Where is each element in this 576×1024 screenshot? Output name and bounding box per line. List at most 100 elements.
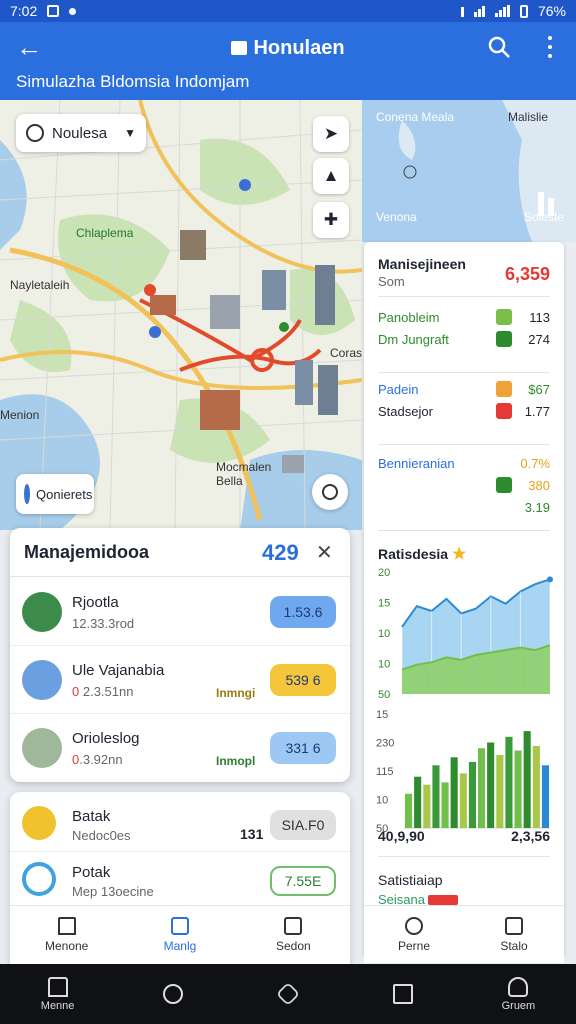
summary-row[interactable]: Padein $67 bbox=[378, 378, 550, 400]
management-sheet: Manajemidooa 429 ✕ Rjootla 12.33.3rod 1.… bbox=[10, 528, 350, 782]
list-item-detail: Mep 13oecine bbox=[72, 884, 154, 899]
value-pill[interactable]: SIA.F0 bbox=[270, 810, 336, 840]
summary-row[interactable]: Panobleim 113 bbox=[378, 306, 550, 328]
list-item[interactable]: Batak Nedoc0es 131 SIA.F0 bbox=[10, 796, 350, 852]
summary-row[interactable]: 3.19 bbox=[378, 496, 550, 518]
summary-row-value: 380 bbox=[528, 477, 550, 493]
bar bbox=[441, 782, 449, 828]
share-icon bbox=[505, 916, 523, 935]
bar bbox=[432, 765, 440, 828]
detail-prefix: 0 bbox=[72, 684, 80, 699]
list-item-title: Ule Vajanabia bbox=[72, 662, 165, 679]
value-pill[interactable]: 1.53.6 bbox=[270, 596, 336, 628]
layers-icon[interactable]: ▲ bbox=[313, 158, 349, 194]
target-icon bbox=[22, 862, 56, 896]
list-item-detail: 0 2.3.51nn bbox=[72, 684, 133, 699]
y-tick-label: 15 bbox=[378, 598, 390, 610]
poi-marker-icon bbox=[24, 484, 30, 504]
summary-row-value: 3.19 bbox=[524, 499, 550, 515]
panel-nav-label: Perne bbox=[397, 938, 431, 953]
summary-row[interactable]: Bennieranian 0.7% bbox=[378, 452, 550, 474]
value-pill[interactable]: 539 6 bbox=[270, 664, 336, 696]
list-item[interactable]: Rjootla 12.33.3rod 1.53.6 bbox=[10, 578, 350, 646]
sys-nav-recents[interactable] bbox=[346, 964, 461, 1024]
poi-chip[interactable]: Qonierets bbox=[16, 474, 94, 514]
summary-panel: Manisejineen Som 6,359 Panobleim 113 Dm … bbox=[364, 242, 564, 957]
bar bbox=[514, 750, 522, 828]
list-item[interactable]: Ule Vajanabia 0 2.3.51nn Inmngi 539 6 bbox=[10, 646, 350, 714]
chevron-down-icon: ▼ bbox=[124, 126, 136, 140]
bar bbox=[532, 745, 540, 828]
overflow-menu-icon[interactable] bbox=[546, 36, 554, 58]
bar bbox=[405, 793, 413, 828]
list-item-tag: Inmngi bbox=[216, 686, 256, 700]
tag-icon bbox=[496, 381, 512, 397]
summary-total: 6,359 bbox=[504, 264, 550, 284]
nav-home[interactable]: Menone bbox=[10, 906, 123, 963]
chart-title-text: Ratisdesia bbox=[378, 546, 449, 562]
value-pill[interactable]: 7.55E bbox=[270, 866, 336, 896]
value-pill[interactable]: 331 6 bbox=[270, 732, 336, 764]
sys-nav-label: Gruem bbox=[501, 999, 536, 1012]
system-nav-bar: Menne Gruem bbox=[0, 964, 576, 1024]
building-avatar bbox=[22, 660, 62, 700]
y-tick-label: 230 bbox=[376, 738, 394, 750]
city-map[interactable]: Chlaplema Nayletaleih Menion Coras Mocma… bbox=[0, 100, 362, 530]
panel-nav-label: Stalo bbox=[500, 938, 528, 953]
nav-label: Manlg bbox=[163, 938, 197, 953]
summary-row[interactable]: Dm Jungraft 274 bbox=[378, 328, 550, 350]
bar bbox=[487, 742, 495, 828]
sys-nav-search[interactable] bbox=[115, 964, 230, 1024]
person-card-icon bbox=[170, 916, 189, 935]
divider bbox=[10, 576, 350, 577]
sys-nav-home[interactable]: Menne bbox=[0, 964, 115, 1024]
navigate-icon[interactable]: ✚ bbox=[313, 202, 349, 238]
satellite-label: Conena Meala bbox=[376, 110, 455, 124]
summary-title: Manisejineen bbox=[378, 256, 466, 272]
chart-footer-right: 2,3,56 bbox=[511, 828, 550, 844]
y-tick-label: 115 bbox=[376, 766, 394, 778]
summary-subtitle: Som bbox=[378, 274, 405, 289]
list-item[interactable]: Orioleslog 0.3.92nn Inmopl 331 6 bbox=[10, 714, 350, 782]
sys-nav-center[interactable] bbox=[230, 964, 345, 1024]
sys-nav-profile[interactable]: Gruem bbox=[461, 964, 576, 1024]
bar bbox=[541, 765, 549, 828]
summary-row[interactable]: Stadsejor 1.77 bbox=[378, 400, 550, 422]
search-icon[interactable] bbox=[486, 34, 512, 60]
bluetooth-icon bbox=[460, 5, 464, 17]
y-tick-label: 50 bbox=[378, 689, 390, 701]
satellite-preview[interactable]: Conena Meala Malislie Venona Soleste bbox=[362, 100, 576, 242]
summary-row[interactable]: 380 bbox=[378, 474, 550, 496]
wifi-icon bbox=[473, 5, 485, 17]
summary-row-value: $67 bbox=[528, 381, 550, 397]
panel-nav-favorites[interactable]: Perne bbox=[364, 906, 464, 963]
app-title-text: Honulaen bbox=[253, 37, 345, 59]
nav-share[interactable]: Sedon bbox=[237, 906, 350, 963]
sys-nav-label: Menne bbox=[40, 999, 75, 1012]
satellite-label: Malislie bbox=[508, 110, 549, 124]
list-item-number: 131 bbox=[240, 826, 264, 842]
museum-avatar bbox=[22, 728, 62, 768]
map-canvas bbox=[0, 100, 362, 530]
list-item-detail: 12.33.3rod bbox=[72, 616, 134, 631]
detail-text: 2.3.51nn bbox=[82, 684, 134, 699]
compass-icon[interactable]: ➤ bbox=[313, 116, 349, 152]
nav-manage[interactable]: Manlg bbox=[123, 906, 236, 963]
stats-title: Satistiaiap bbox=[378, 872, 443, 888]
list-item-tag: Inmopl bbox=[216, 754, 256, 768]
summary-row-value: 1.77 bbox=[524, 403, 550, 419]
player-icon bbox=[496, 477, 512, 493]
summary-row-label: Dm Jungraft bbox=[378, 331, 449, 347]
my-location-button[interactable] bbox=[312, 474, 348, 510]
app-logo-icon bbox=[231, 41, 248, 55]
list-item[interactable]: Potak Mep 13oecine 7.55E bbox=[10, 852, 350, 908]
profile-icon bbox=[508, 976, 529, 997]
signal-icon bbox=[494, 5, 510, 17]
panel-nav-status[interactable]: Stalo bbox=[464, 906, 564, 963]
sheet-title: Manajemidooa bbox=[24, 542, 150, 562]
divider bbox=[378, 856, 550, 857]
close-icon[interactable]: ✕ bbox=[316, 540, 333, 565]
map-filter-dropdown[interactable]: Noulesa ▼ bbox=[16, 114, 146, 152]
bar bbox=[496, 755, 504, 828]
map-label: Chlaplema bbox=[76, 226, 134, 240]
